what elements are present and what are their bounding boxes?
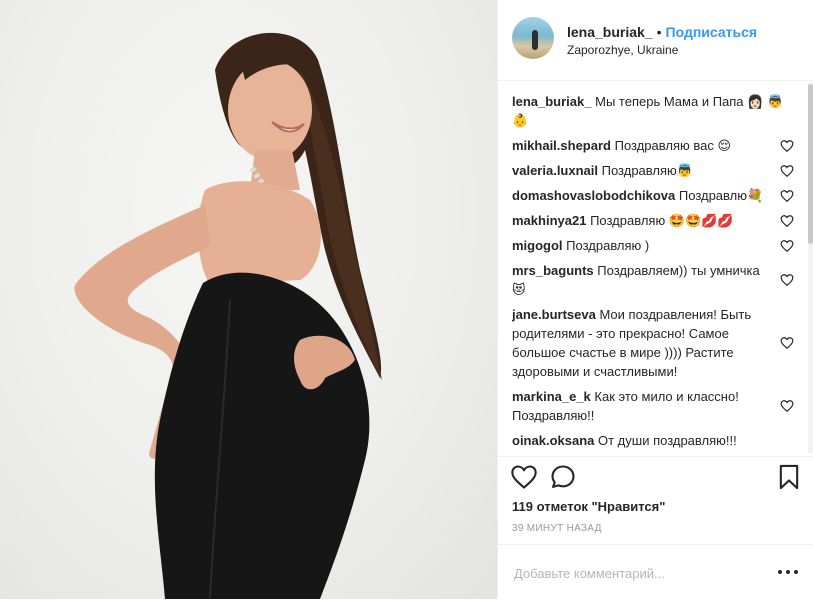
comment-username[interactable]: makhinya21	[512, 213, 586, 228]
heart-icon[interactable]	[510, 463, 538, 491]
post-photo[interactable]	[0, 0, 497, 599]
comment-item: mrs_bagunts Поздравляем)) ты умничка 😻	[512, 261, 794, 299]
comment-text: Поздравляю 🤩🤩💋💋	[590, 213, 734, 228]
comment-item: domashovaslobodchikova Поздравлю💐	[512, 186, 794, 205]
comment-username[interactable]: oinak.oksana	[512, 433, 594, 448]
comment-item: valeria.luxnail Поздравляю👼	[512, 161, 794, 180]
location-link[interactable]: Zaporozhye, Ukraine	[567, 43, 678, 57]
comment-item: oinak.oksana От души поздравляю!!!	[512, 431, 794, 450]
user-row: lena_buriak_ • Подписаться	[567, 24, 757, 40]
small-heart-icon[interactable]	[780, 239, 794, 253]
separator-dot: •	[656, 24, 662, 40]
add-comment-bar	[498, 544, 813, 600]
caption: lena_buriak_ Мы теперь Мама и Папа 👩🏻 👼👶	[512, 92, 794, 130]
comment-username[interactable]: markina_e_k	[512, 389, 591, 404]
bookmark-icon[interactable]	[775, 463, 803, 491]
post-timestamp[interactable]: 39 МИНУТ НАЗАД	[512, 523, 602, 534]
small-heart-icon[interactable]	[780, 164, 794, 178]
comment-item: makhinya21 Поздравляю 🤩🤩💋💋	[512, 211, 794, 230]
comment-text: Поздравляю👼	[601, 163, 693, 178]
caption-username[interactable]: lena_buriak_	[512, 94, 592, 109]
small-heart-icon[interactable]	[780, 214, 794, 228]
small-heart-icon[interactable]	[780, 399, 794, 413]
more-options-icon[interactable]	[776, 563, 800, 581]
comment-text: Поздравляю вас 😌	[614, 138, 732, 153]
comment-text: Поздравляю )	[566, 238, 650, 253]
comment-input[interactable]	[512, 561, 756, 585]
comment-username[interactable]: jane.burtseva	[512, 307, 596, 322]
small-heart-icon[interactable]	[780, 139, 794, 153]
comment-username[interactable]: mrs_bagunts	[512, 263, 594, 278]
small-heart-icon[interactable]	[780, 336, 794, 350]
header-username[interactable]: lena_buriak_	[567, 24, 653, 40]
post-header: lena_buriak_ • Подписаться Zaporozhye, Ukr…	[498, 0, 813, 81]
follow-button[interactable]: Подписаться	[666, 24, 758, 40]
small-heart-icon[interactable]	[780, 273, 794, 287]
likes-count[interactable]: 119 отметок "Нравится"	[512, 499, 665, 514]
comment-item: migogol Поздравляю )	[512, 236, 794, 255]
comments-list: lena_buriak_ Мы теперь Мама и Папа 👩🏻 👼👶…	[512, 92, 794, 454]
instagram-post: lena_buriak_ • Подписаться Zaporozhye, Ukr…	[0, 0, 813, 599]
small-heart-icon[interactable]	[780, 189, 794, 203]
avatar[interactable]	[512, 17, 554, 59]
comment-username[interactable]: valeria.luxnail	[512, 163, 598, 178]
comment-username[interactable]: migogol	[512, 238, 563, 253]
comment-username[interactable]: mikhail.shepard	[512, 138, 611, 153]
comment-icon[interactable]	[549, 463, 577, 491]
comment-item: mikhail.shepard Поздравляю вас 😌	[512, 136, 794, 155]
comments-scrollbar-thumb[interactable]	[808, 84, 813, 244]
comment-text: Поздравлю💐	[678, 188, 764, 203]
comment-username[interactable]: domashovaslobodchikova	[512, 188, 675, 203]
comment-item: jane.burtseva Мои поздравления! Быть род…	[512, 305, 794, 381]
post-side-panel: lena_buriak_ • Подписаться Zaporozhye, Ukr…	[497, 0, 813, 599]
action-bar	[498, 456, 813, 497]
photo-illustration	[74, 32, 382, 599]
comment-text: От души поздравляю!!!	[598, 433, 737, 448]
comment-item: markina_e_k Как это мило и классно! Позд…	[512, 387, 794, 425]
